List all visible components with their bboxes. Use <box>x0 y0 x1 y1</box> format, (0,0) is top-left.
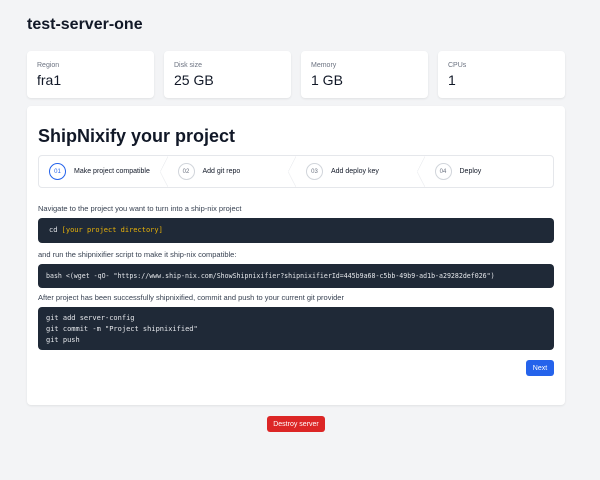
step-number: 02 <box>177 163 195 180</box>
stat-label: Region <box>37 62 60 69</box>
code-block-git[interactable]: git add server-config git commit -m "Pro… <box>38 307 554 350</box>
step-3[interactable]: 03 Add deploy key <box>296 156 425 187</box>
stat-disk: Disk size 25 GB <box>164 51 291 98</box>
step-number: 01 <box>49 163 66 180</box>
stepper: 01 Make project compatible 02 Add git repo… <box>38 155 554 188</box>
code-block-cd[interactable]: cd [your project directory] <box>38 218 554 243</box>
destroy-server-button[interactable]: Destroy server <box>267 416 325 432</box>
code-placeholder: [your project directory] <box>61 226 163 234</box>
stat-value: 1 <box>448 72 456 88</box>
stat-value: 1 GB <box>311 72 343 88</box>
stat-value: 25 GB <box>174 72 214 88</box>
next-button[interactable]: Next <box>526 360 554 376</box>
stat-region: Region fra1 <box>27 51 154 98</box>
step-2[interactable]: 02 Add git repo <box>168 156 297 187</box>
step-number: 03 <box>306 163 323 180</box>
step-label: Make project compatible <box>74 168 150 175</box>
code-line: git commit -m "Project shipnixified" <box>46 325 198 333</box>
stat-label: Disk size <box>174 62 203 69</box>
code-cmd: cd <box>49 226 62 234</box>
stat-memory: Memory 1 GB <box>301 51 428 98</box>
code-line: git add server-config <box>46 314 135 322</box>
step-1[interactable]: 01 Make project compatible <box>39 156 168 187</box>
code-block-script[interactable]: bash <(wget -qO- "https://www.ship-nix.c… <box>38 264 554 288</box>
step-label: Add git repo <box>202 168 241 175</box>
code-line: git push <box>46 336 80 344</box>
wizard-card: ShipNixify your project 01 Make project c… <box>27 106 565 405</box>
page-title: test-server-one <box>27 16 143 33</box>
instruction-run-script: and run the shipnixifier script to make … <box>38 250 237 259</box>
stat-value: fra1 <box>37 72 62 88</box>
stat-label: CPUs <box>448 62 467 69</box>
step-4[interactable]: 04 Deploy <box>425 156 554 187</box>
instruction-commit: After project has been successfully ship… <box>38 293 344 302</box>
instruction-navigate: Navigate to the project you want to turn… <box>38 204 242 213</box>
step-label: Deploy <box>459 168 482 175</box>
stat-label: Memory <box>311 62 337 69</box>
wizard-heading: ShipNixify your project <box>38 126 236 146</box>
stat-cpus: CPUs 1 <box>438 51 565 98</box>
step-number: 04 <box>434 163 452 180</box>
step-label: Add deploy key <box>331 168 379 175</box>
